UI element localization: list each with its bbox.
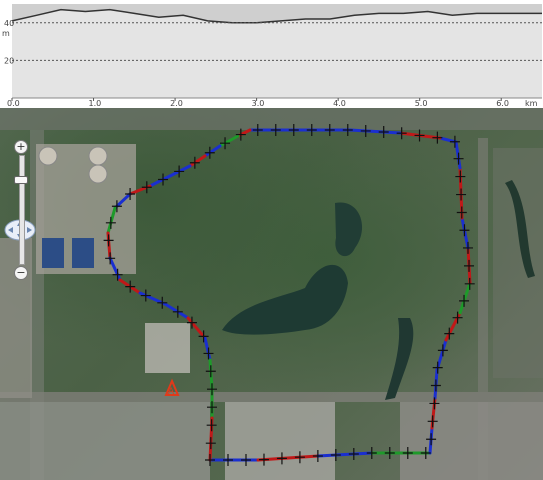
building-cluster	[145, 323, 190, 373]
stadium-blue	[42, 238, 64, 268]
route-marker-cross	[453, 152, 464, 165]
zoom-in-button[interactable]: +	[14, 140, 28, 154]
y-axis-unit: m	[2, 29, 10, 38]
route-segment	[163, 302, 190, 320]
route-marker-cross	[141, 181, 152, 194]
highway-north	[0, 108, 543, 130]
route-marker-cross	[432, 131, 443, 144]
route-segment	[186, 316, 207, 340]
city-block-se	[400, 402, 543, 480]
route-marker-cross	[449, 135, 460, 148]
route-marker-cross	[437, 344, 448, 357]
route-marker-cross	[158, 173, 169, 186]
route-marker-cross	[464, 277, 475, 290]
route-marker-cross	[203, 347, 214, 360]
route-segment	[348, 128, 402, 135]
start-marker-label: A	[168, 387, 175, 397]
route-marker-cross	[464, 259, 475, 272]
map-canvas[interactable]: A	[0, 108, 543, 480]
route-segment	[203, 144, 222, 158]
route-marker-cross	[157, 296, 168, 309]
route-marker-cross	[140, 289, 151, 302]
route-marker-cross	[125, 280, 136, 293]
route-marker-cross	[456, 188, 467, 201]
route-marker-cross	[384, 447, 395, 459]
city-block-s	[225, 402, 335, 480]
city-block-sw	[0, 402, 210, 480]
stadium-blue	[72, 238, 94, 268]
route-segment	[203, 336, 212, 362]
x-tick-label: 3.0	[252, 99, 265, 108]
river	[385, 318, 414, 400]
route-segment	[458, 281, 472, 315]
building-round	[88, 164, 108, 184]
route-marker-cross	[456, 206, 467, 219]
zoom-out-button[interactable]: −	[14, 266, 28, 280]
city-block-w	[0, 238, 32, 398]
route-marker-cross	[189, 156, 200, 169]
route-marker-cross	[172, 305, 183, 318]
route-marker-cross	[459, 224, 470, 237]
route-segment	[148, 174, 172, 188]
route-marker-cross	[204, 146, 215, 159]
city-block-e	[493, 148, 543, 378]
zoom-slider-track[interactable]	[19, 155, 25, 265]
pond	[335, 202, 363, 257]
lake	[222, 264, 348, 335]
route-marker-cross	[366, 447, 377, 460]
route-marker-cross	[348, 448, 359, 461]
building-round	[88, 146, 108, 166]
x-tick-label: 4.0	[333, 99, 346, 108]
route-segment	[218, 134, 240, 148]
route-marker-cross	[220, 137, 231, 150]
elevation-profile: m 40 20 0.0 1.0 2.0 3.0 4.0 5.0 6.0 km	[0, 0, 543, 108]
route-segment	[188, 154, 207, 168]
route-marker-cross	[455, 170, 466, 183]
y-tick-label: 20	[4, 56, 14, 65]
route-segment	[435, 338, 448, 372]
x-tick-label: 5.0	[415, 99, 428, 108]
route-marker-cross	[432, 361, 443, 374]
route-marker-cross	[462, 241, 473, 254]
route-marker-cross	[414, 129, 425, 142]
satellite-map[interactable]: A + −	[0, 108, 543, 480]
route-marker-cross	[205, 365, 216, 378]
route-marker-cross	[430, 379, 441, 392]
x-tick-label: 1.0	[89, 99, 102, 108]
x-axis-unit: km	[525, 99, 538, 108]
building-round	[38, 146, 58, 166]
route-marker-cross	[174, 165, 185, 178]
x-tick-label: 0.0	[7, 99, 20, 108]
start-marker[interactable]: A	[164, 378, 180, 397]
zoom-slider-handle[interactable]	[14, 176, 28, 184]
x-tick-label: 2.0	[170, 99, 183, 108]
x-tick-label: 6.0	[496, 99, 509, 108]
elevation-chart: m 40 20 0.0 1.0 2.0 3.0 4.0 5.0 6.0 km	[2, 4, 542, 108]
route-marker-cross	[459, 294, 470, 307]
route-marker-cross	[235, 128, 246, 141]
y-tick-label: 40	[4, 19, 14, 28]
road-south	[0, 392, 543, 402]
